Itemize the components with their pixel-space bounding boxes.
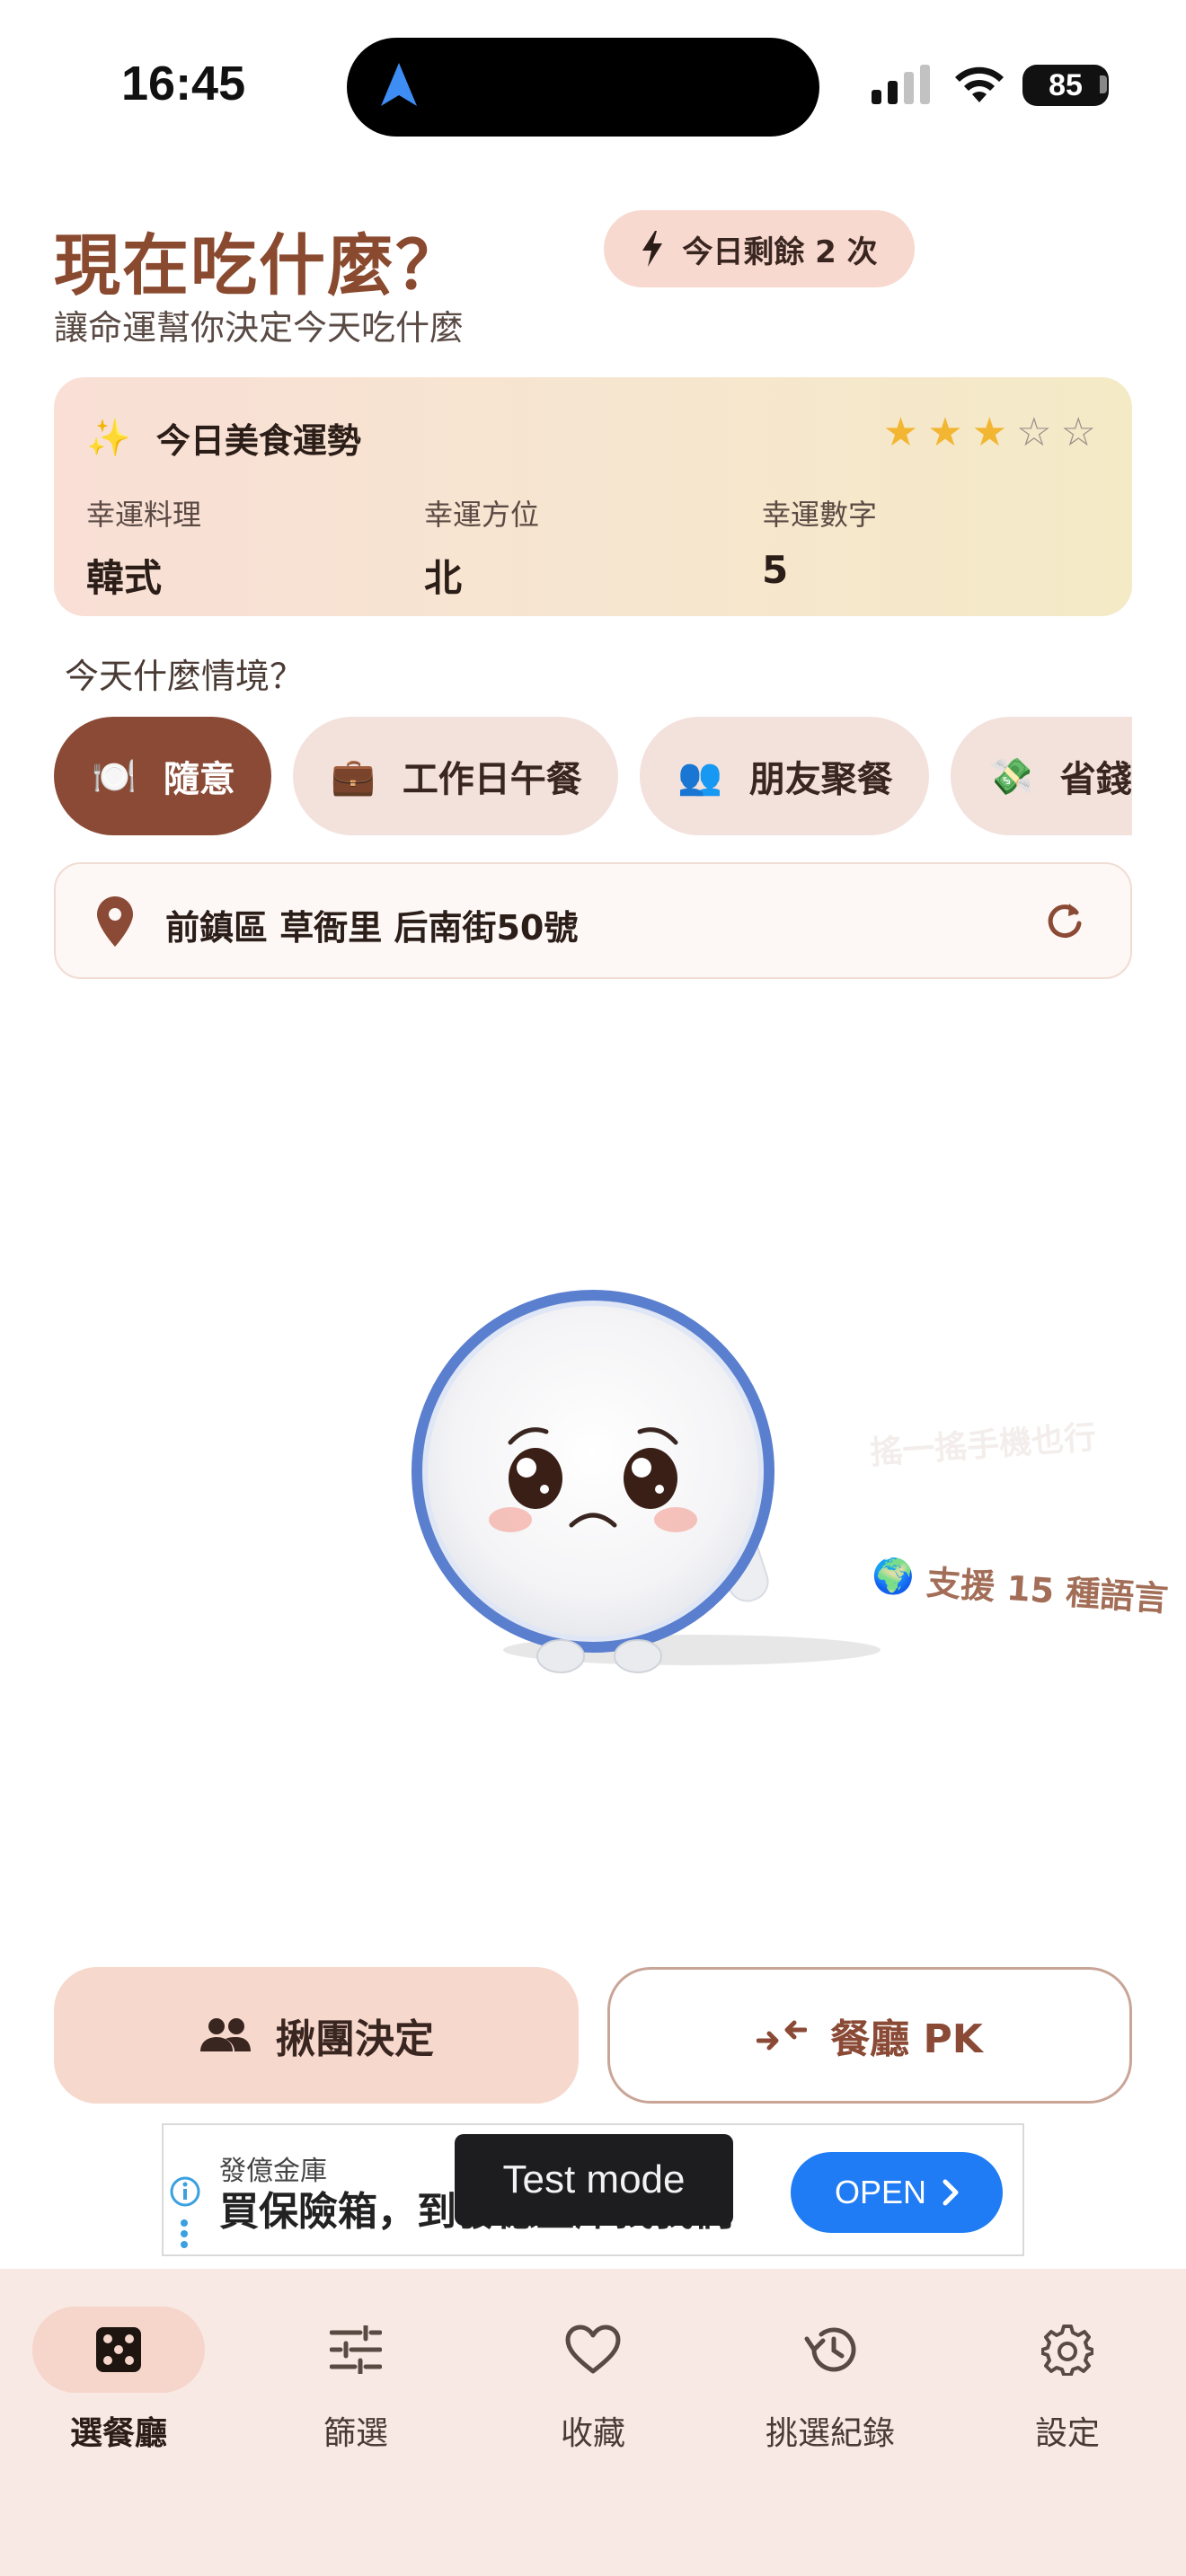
nav-label: 設定 bbox=[1034, 2415, 1100, 2452]
dynamic-island bbox=[347, 38, 819, 137]
cellular-signal-icon bbox=[872, 65, 930, 104]
nav-item-filter[interactable]: 篩選 bbox=[237, 2307, 474, 2454]
plate-face bbox=[489, 1427, 697, 1532]
fortune-item-value: 5 bbox=[762, 548, 789, 592]
chip-casual[interactable]: 🍽️ 隨意 bbox=[54, 717, 271, 835]
chip-label: 省錢 bbox=[1059, 759, 1132, 800]
chip-friends[interactable]: 👥 朋友聚餐 bbox=[640, 717, 929, 835]
language-support-text: 支援 15 種語言 bbox=[925, 1562, 1170, 1619]
group-icon bbox=[200, 2018, 251, 2051]
location-address: 前鎮區 草衙里 后南街50號 bbox=[165, 908, 579, 948]
group-decide-button[interactable]: 揪團決定 bbox=[54, 1967, 579, 2104]
nav-icon-container bbox=[270, 2307, 442, 2393]
chip-label: 工作日午餐 bbox=[402, 759, 582, 800]
bottom-nav: 選餐廳 篩選 收藏 挑選紀錄 設定 bbox=[0, 2269, 1186, 2576]
globe-icon: 🌍 bbox=[870, 1555, 916, 1598]
people-icon: 👥 bbox=[677, 755, 722, 798]
heart-icon bbox=[565, 2325, 621, 2374]
test-mode-toast: Test mode bbox=[455, 2134, 733, 2226]
quota-text: 今日剩餘 2 次 bbox=[682, 234, 878, 270]
battery-tip bbox=[1100, 75, 1107, 93]
fortune-item-label: 幸運料理 bbox=[86, 498, 202, 532]
fortune-item-direction: 幸運方位 北 bbox=[424, 492, 539, 603]
more-options-icon[interactable] bbox=[180, 2219, 189, 2249]
ad-open-button[interactable]: OPEN bbox=[791, 2152, 1003, 2233]
chevron-right-icon bbox=[943, 2179, 959, 2206]
sliders-icon bbox=[330, 2325, 382, 2374]
fortune-item-value: 北 bbox=[424, 556, 463, 600]
page-subtitle: 讓命運幫你決定今天吃什麼 bbox=[54, 308, 465, 348]
nav-icon-container bbox=[981, 2307, 1154, 2393]
language-support-tip: 🌍 支援 15 種語言 bbox=[870, 1551, 1170, 1621]
briefcase-icon: 💼 bbox=[331, 755, 376, 798]
chip-save-money[interactable]: 💸 省錢 bbox=[951, 717, 1132, 835]
battery-indicator: 85 bbox=[1022, 65, 1109, 106]
nav-item-history[interactable]: 挑選紀錄 bbox=[712, 2307, 949, 2454]
star-filled-icon: ★ bbox=[927, 410, 963, 455]
location-pin-icon bbox=[97, 896, 133, 947]
fortune-item-label: 幸運方位 bbox=[424, 498, 540, 532]
chip-label: 朋友聚餐 bbox=[748, 759, 893, 800]
page-title: 現在吃什麼？ bbox=[54, 227, 464, 304]
situation-label: 今天什麼情境？ bbox=[65, 657, 305, 696]
fortune-item-cuisine: 幸運料理 韓式 bbox=[86, 492, 201, 603]
ad-open-label: OPEN bbox=[834, 2174, 927, 2210]
fortune-item-value: 韓式 bbox=[86, 556, 163, 600]
plate-icon: 🍽️ bbox=[92, 755, 137, 798]
nav-label: 篩選 bbox=[323, 2415, 388, 2452]
fortune-title: 今日美食運勢 bbox=[155, 421, 361, 461]
nav-label: 挑選紀錄 bbox=[765, 2415, 895, 2452]
dice-icon bbox=[96, 2327, 141, 2372]
nav-item-pick-restaurant[interactable]: 選餐廳 bbox=[0, 2307, 237, 2454]
location-bar[interactable]: 前鎮區 草衙里 后南街50號 bbox=[54, 862, 1132, 979]
nav-item-favorites[interactable]: 收藏 bbox=[474, 2307, 712, 2454]
restaurant-pk-label: 餐廳 PK bbox=[830, 2016, 983, 2062]
chip-work-lunch[interactable]: 💼 工作日午餐 bbox=[293, 717, 618, 835]
plate-feet bbox=[536, 1639, 662, 1673]
star-filled-icon: ★ bbox=[971, 410, 1008, 455]
restaurant-pk-button[interactable]: 餐廳 PK bbox=[607, 1967, 1132, 2104]
fortune-item-number: 幸運數字 5 bbox=[762, 492, 877, 592]
fortune-card: ✨ 今日美食運勢 ★ ★ ★ ☆ ☆ 幸運料理 韓式 幸運方位 北 幸運數字 5 bbox=[54, 377, 1132, 616]
fortune-item-label: 幸運數字 bbox=[762, 498, 878, 532]
fortune-rating: ★ ★ ★ ☆ ☆ bbox=[883, 413, 1096, 453]
situation-chip-row: 🍽️ 隨意 💼 工作日午餐 👥 朋友聚餐 💸 省錢 bbox=[54, 717, 1132, 835]
refresh-icon[interactable] bbox=[1044, 900, 1085, 941]
shake-tip-faded: 搖一搖手機也行 bbox=[869, 1419, 1098, 1472]
nav-icon-container bbox=[507, 2307, 679, 2393]
nav-label: 收藏 bbox=[560, 2415, 625, 2452]
nav-icon-container bbox=[32, 2307, 205, 2393]
info-icon[interactable] bbox=[169, 2175, 201, 2208]
fortune-header: ✨ 今日美食運勢 bbox=[86, 413, 361, 463]
navigation-arrow-icon bbox=[381, 63, 417, 106]
star-empty-icon: ☆ bbox=[1060, 410, 1096, 455]
compare-arrows-icon bbox=[757, 2020, 808, 2051]
wifi-icon bbox=[955, 66, 1004, 102]
star-filled-icon: ★ bbox=[882, 410, 919, 455]
status-time: 16:45 bbox=[121, 57, 246, 110]
daily-quota-badge: 今日剩餘 2 次 bbox=[604, 210, 915, 287]
group-decide-label: 揪團決定 bbox=[276, 2016, 434, 2062]
chip-label: 隨意 bbox=[163, 759, 235, 800]
star-empty-icon: ☆ bbox=[1016, 410, 1052, 455]
nav-label: 選餐廳 bbox=[69, 2415, 167, 2452]
history-icon bbox=[804, 2327, 856, 2372]
gear-icon bbox=[1041, 2325, 1093, 2376]
nav-item-settings[interactable]: 設定 bbox=[949, 2307, 1186, 2454]
nav-icon-container bbox=[744, 2307, 916, 2393]
money-icon: 💸 bbox=[988, 755, 1033, 798]
lightning-icon bbox=[642, 231, 663, 267]
sparkles-icon: ✨ bbox=[86, 418, 131, 459]
